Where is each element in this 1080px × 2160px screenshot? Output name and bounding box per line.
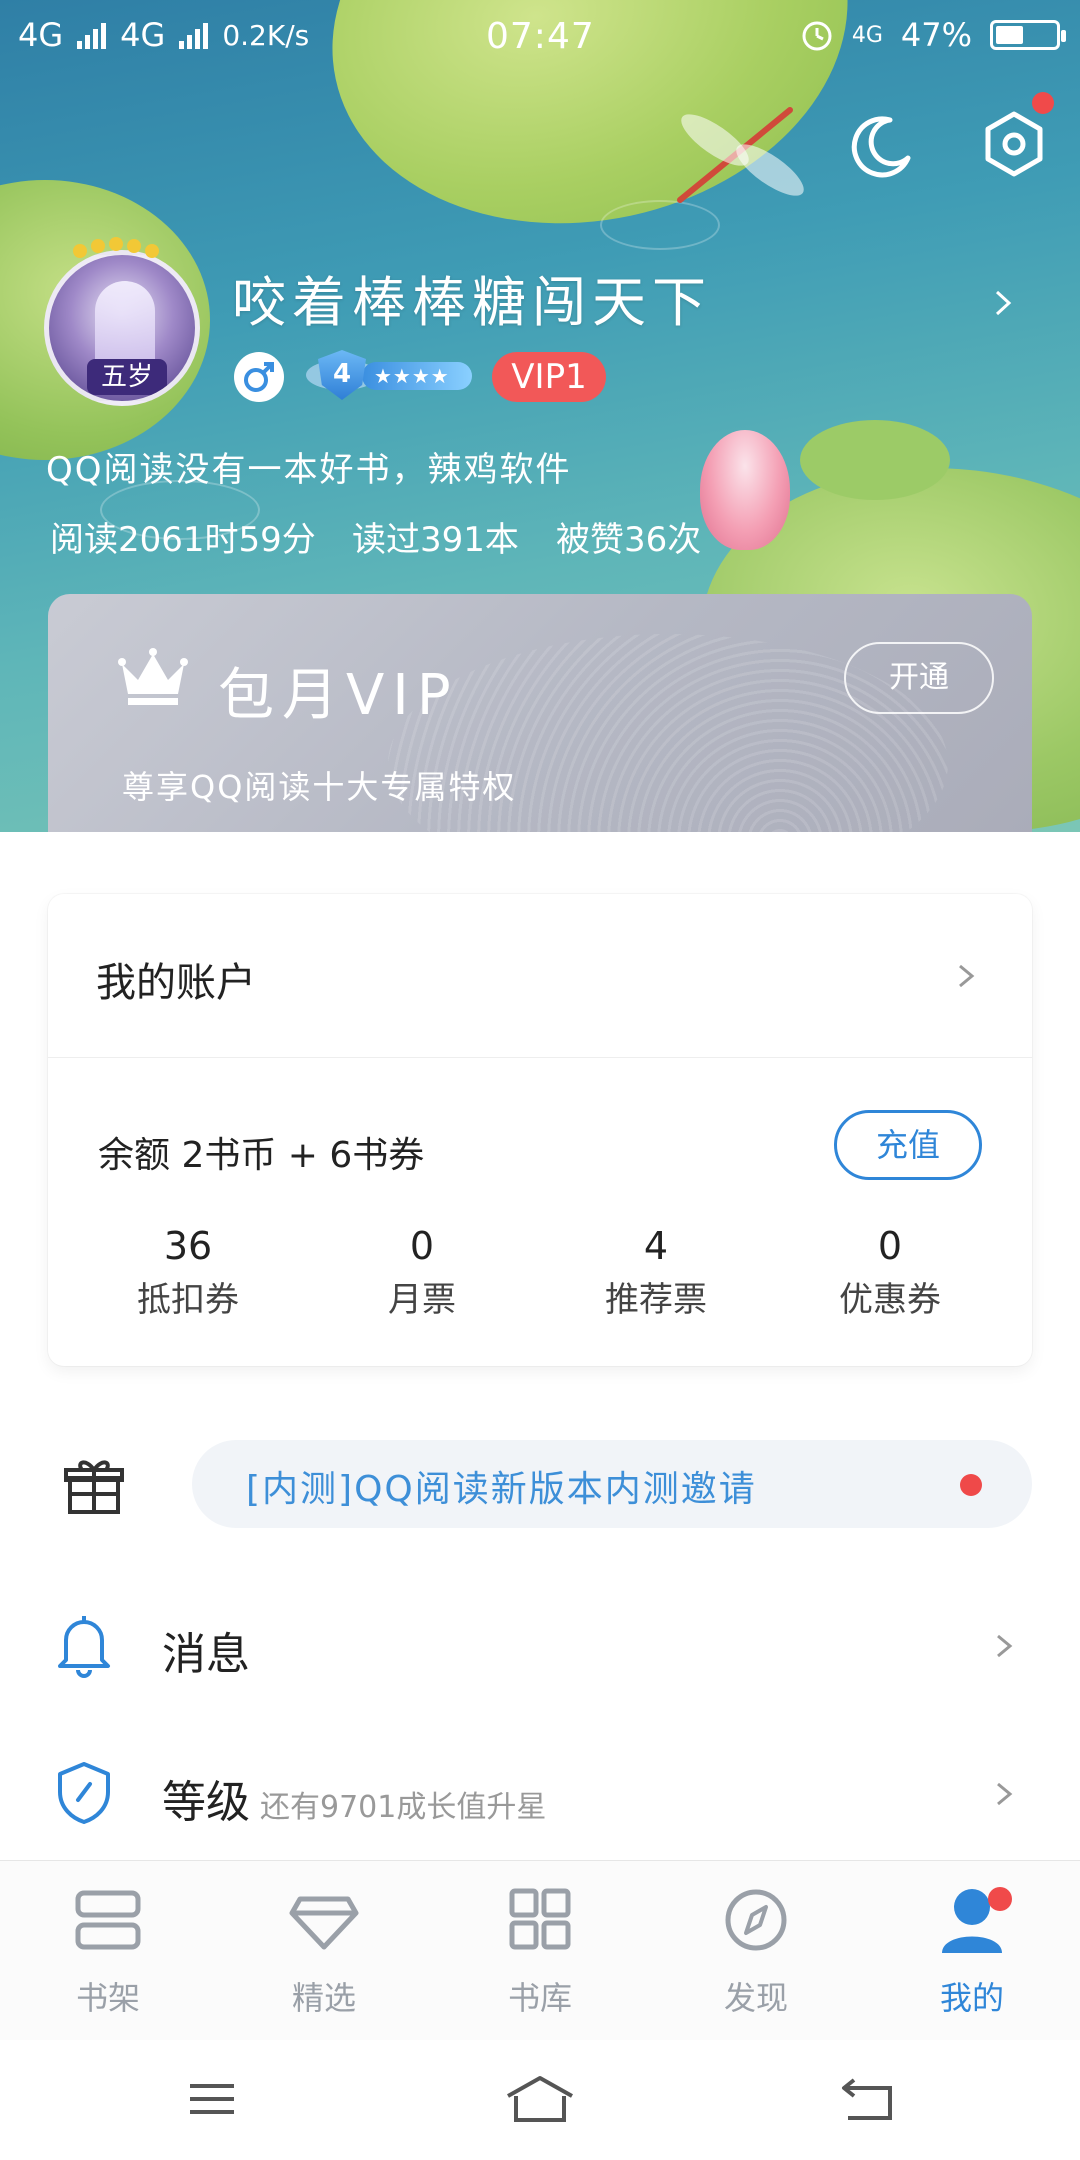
network-speed: 0.2K/s — [222, 18, 310, 52]
level-badge[interactable]: ★★★★ 4 — [306, 350, 476, 400]
tab-me[interactable]: 我的 — [882, 1885, 1062, 2035]
level-label: 等级 — [162, 1777, 250, 1828]
menu-item-messages[interactable]: 消息 — [0, 1586, 1080, 1706]
network-type: 4G — [851, 22, 883, 48]
status-bar: 4G 4G 0.2K/s 07:47 4G 47% — [0, 0, 1080, 72]
coupon-stat[interactable]: 36 抵扣券 — [88, 1224, 288, 1321]
compass-icon — [725, 1889, 787, 1951]
lily-pad-decoration — [800, 420, 950, 500]
menu-icon[interactable] — [182, 2074, 242, 2124]
username[interactable]: 咬着棒棒糖闯天下 — [232, 258, 712, 337]
level-number: 4 — [318, 350, 366, 400]
stat-value: 0 — [877, 1224, 903, 1268]
lotus-decoration — [700, 430, 790, 550]
level-stars: ★★★★ — [362, 362, 472, 390]
home-icon[interactable] — [504, 2074, 576, 2124]
bookshelf-icon — [75, 1890, 141, 1950]
discount-coupon-stat[interactable]: 0 优惠券 — [790, 1224, 990, 1321]
shield-icon — [58, 1762, 110, 1824]
stat-label: 优惠券 — [839, 1280, 941, 1320]
tab-notification-dot — [988, 1887, 1012, 1911]
male-gender-icon — [234, 352, 284, 402]
stat-value: 4 — [643, 1224, 669, 1268]
menu-label: 等级 还有9701成长值升星 — [162, 1766, 546, 1830]
network-type: 4G — [120, 16, 166, 54]
vip-badge[interactable]: VIP1 — [492, 352, 606, 402]
grid-icon — [509, 1888, 571, 1950]
reading-stats: 阅读2061时59分 读过391本 被赞36次 — [50, 512, 701, 561]
avatar-frame-flowers — [73, 237, 159, 258]
stat-label: 抵扣券 — [137, 1280, 239, 1320]
books-read: 读过391本 — [352, 520, 519, 560]
battery-percent: 47% — [900, 16, 972, 54]
beta-invite-banner[interactable]: [内测]QQ阅读新版本内测邀请 — [192, 1440, 1032, 1528]
invite-notification-dot — [960, 1474, 982, 1496]
chevron-right-icon — [997, 1634, 1013, 1658]
monthly-ticket-stat[interactable]: 0 月票 — [322, 1224, 522, 1321]
account-balance: 余额 2书币 + 6书券 — [98, 1135, 425, 1176]
bottom-tab-bar: 书架 精选 书库 发现 我的 — [0, 1860, 1080, 2040]
signal-icon — [179, 21, 209, 49]
avatar-stamp: 五岁 — [87, 359, 167, 395]
network-type: 4G — [18, 16, 64, 54]
tab-label: 书架 — [75, 1979, 140, 2017]
vip-subtitle: 尊享QQ阅读十大专属特权 — [122, 768, 517, 806]
account-card: 我的账户 余额 2书币 + 6书券 充值 36 抵扣券 0 月票 4 推荐票 0… — [48, 894, 1032, 1366]
crown-icon — [118, 648, 188, 705]
bell-icon — [58, 1616, 110, 1678]
chevron-right-icon[interactable] — [990, 290, 1016, 316]
header-separator — [0, 832, 1080, 894]
tab-library[interactable]: 书库 — [450, 1885, 630, 2035]
tab-featured[interactable]: 精选 — [234, 1885, 414, 2035]
likes-count: 被赞36次 — [556, 520, 702, 560]
night-mode-icon[interactable] — [846, 110, 918, 182]
clock: 07:47 — [486, 16, 595, 57]
settings-icon[interactable] — [978, 108, 1050, 180]
vip-title: 包月VIP — [218, 663, 459, 728]
stat-label: 月票 — [388, 1280, 456, 1320]
stat-label: 推荐票 — [605, 1280, 707, 1320]
invite-text: [内测]QQ阅读新版本内测邀请 — [246, 1469, 757, 1510]
tab-label: 精选 — [291, 1979, 356, 2017]
gift-icon[interactable] — [64, 1456, 124, 1516]
battery-icon — [990, 20, 1066, 50]
account-title: 我的账户 — [96, 960, 256, 1006]
dragonfly-decoration — [677, 107, 804, 203]
back-icon[interactable] — [838, 2074, 898, 2124]
tab-label: 发现 — [723, 1979, 788, 2017]
menu-item-level[interactable]: 等级 还有9701成长值升星 — [0, 1734, 1080, 1854]
system-navigation-bar — [0, 2040, 1080, 2160]
tab-label: 书库 — [507, 1979, 572, 2017]
diamond-icon — [289, 1896, 359, 1950]
read-time: 阅读2061时59分 — [50, 520, 316, 560]
level-progress-text: 还有9701成长值升星 — [260, 1790, 547, 1825]
tab-label: 我的 — [939, 1979, 1004, 2017]
recharge-button[interactable]: 充值 — [834, 1110, 982, 1180]
tab-discover[interactable]: 发现 — [666, 1885, 846, 2035]
signal-icon — [77, 21, 107, 49]
stat-value: 36 — [163, 1224, 213, 1268]
open-vip-button[interactable]: 开通 — [844, 642, 994, 714]
stat-value: 0 — [409, 1224, 435, 1268]
settings-notification-dot — [1032, 92, 1054, 114]
my-account-row[interactable]: 我的账户 — [48, 894, 1032, 1058]
menu-label: 消息 — [162, 1629, 250, 1680]
alarm-icon — [802, 21, 832, 51]
avatar[interactable]: 五岁 — [44, 250, 200, 406]
recommend-ticket-stat[interactable]: 4 推荐票 — [556, 1224, 756, 1321]
tab-bookshelf[interactable]: 书架 — [18, 1885, 198, 2035]
user-bio: QQ阅读没有一本好书，辣鸡软件 — [46, 450, 572, 490]
chevron-right-icon — [997, 1782, 1013, 1806]
chevron-right-icon — [959, 964, 975, 988]
